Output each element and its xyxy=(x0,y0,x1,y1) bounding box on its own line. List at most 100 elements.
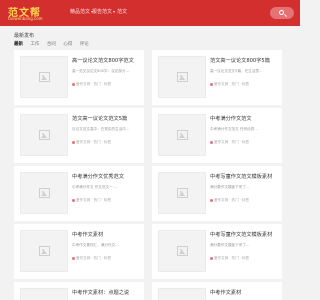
article-title[interactable]: 中考作文素材：点题之说 xyxy=(72,289,142,296)
article-title[interactable]: 中考作文素材 xyxy=(210,289,280,296)
nav-item-3-label: 范文 xyxy=(117,9,128,15)
logo-subtext: fanwenbang.com xyxy=(8,16,43,21)
image-placeholder-icon xyxy=(39,188,50,198)
article-card[interactable]: 高一议论文范文800字范文 高一范文议论文800字：议论部分… 爱作文网·热门·… xyxy=(14,50,144,105)
meta-label: 标签 xyxy=(103,198,112,202)
nav-item-3[interactable]: 范文 xyxy=(117,8,127,15)
meta-label: 标签 xyxy=(241,256,250,260)
article-card[interactable]: 中考写童作文范文模板素材 满分要作文模板下来了… 爱作文网·热门·标签 xyxy=(152,166,282,221)
meta-label: 标签 xyxy=(103,82,112,86)
article-thumbnail[interactable] xyxy=(158,172,206,214)
meta-tag: 热门 xyxy=(231,82,239,86)
image-placeholder-icon xyxy=(39,246,50,256)
image-placeholder-icon xyxy=(177,72,188,82)
article-title[interactable]: 范文高一议论文范文5篇 xyxy=(72,115,142,122)
article-thumbnail[interactable] xyxy=(158,288,206,300)
article-card[interactable]: 中考满分作文优秀范文 中考满分作文 作文范文一 … 爱作文网·热门·标签 xyxy=(14,166,144,221)
meta-tag: 热门 xyxy=(93,256,101,260)
article-excerpt: 中考满分作文范文 任何优秀… xyxy=(210,127,258,131)
meta-source: 爱作文网 xyxy=(214,198,229,202)
meta-label: 标签 xyxy=(241,198,250,202)
top-header: 范文帮 fanwenbang.com 精品范文▾ 报告范文▾ 范文 xyxy=(0,0,300,26)
meta-tag: 热门 xyxy=(93,198,101,202)
article-meta: 爱作文网·热门·标签 xyxy=(210,140,249,145)
nav-item-2-label: 报告范文 xyxy=(92,9,113,15)
article-meta: 爱作文网·热门·标签 xyxy=(72,140,111,145)
source-icon xyxy=(72,198,75,202)
nav-item-1-label: 精品范文 xyxy=(70,9,91,15)
article-title[interactable]: 中考作文素材 xyxy=(72,231,142,238)
article-excerpt: 高一范文议论文800字：议论部分… xyxy=(72,69,130,73)
article-excerpt: 中考作文素材汇，满分作文… xyxy=(72,243,119,247)
meta-label: 标签 xyxy=(241,140,250,144)
tab-experience[interactable]: 心得 xyxy=(63,42,72,47)
source-icon xyxy=(210,140,213,144)
article-excerpt: 高一议论文范文5篇，在生活里… xyxy=(210,69,263,73)
article-title[interactable]: 中考满分作文优秀范文 xyxy=(72,173,142,180)
search-button[interactable] xyxy=(270,7,294,19)
article-meta: 爱作文网·热门·标签 xyxy=(210,198,249,203)
source-icon xyxy=(72,256,75,260)
article-card[interactable]: 中考写童作文范文模板素材 满分要作文模板下来了… 爱作文网·热门·标签 xyxy=(152,224,282,279)
article-card[interactable]: 中考满分作文范文 中考满分作文范文 任何优秀… 爱作文网·热门·标签 xyxy=(152,108,282,163)
article-meta: 爱作文网·热门·标签 xyxy=(210,256,249,261)
tab-latest[interactable]: 最新 xyxy=(14,42,23,47)
article-thumbnail[interactable] xyxy=(20,172,68,214)
article-thumbnail[interactable] xyxy=(20,114,68,156)
meta-source: 爱作文网 xyxy=(214,256,229,260)
nav-item-2[interactable]: 报告范文▾ xyxy=(92,8,115,15)
article-title[interactable]: 中考写童作文范文模板素材 xyxy=(210,231,280,238)
source-icon xyxy=(210,82,213,86)
article-card[interactable]: 中考作文素材 中考作文素材汇，满分作文… 爱作文网·热门·标签 xyxy=(14,224,144,279)
meta-tag: 热门 xyxy=(231,256,239,260)
site-logo[interactable]: 范文帮 fanwenbang.com xyxy=(8,4,48,22)
source-icon xyxy=(72,82,75,86)
meta-tag: 热门 xyxy=(231,198,239,202)
image-placeholder-icon xyxy=(177,246,188,256)
article-thumbnail[interactable] xyxy=(20,230,68,272)
image-placeholder-icon xyxy=(177,188,188,198)
image-placeholder-icon xyxy=(177,130,188,140)
meta-source: 爱作文网 xyxy=(76,256,91,260)
article-thumbnail[interactable] xyxy=(20,56,68,98)
article-excerpt: 满分要作文模板下来了… xyxy=(210,185,250,189)
tab-review[interactable]: 评论 xyxy=(80,42,89,47)
image-placeholder-icon xyxy=(39,130,50,140)
meta-source: 爱作文网 xyxy=(214,82,229,86)
meta-source: 爱作文网 xyxy=(76,198,91,202)
chevron-down-icon: ▾ xyxy=(113,9,116,14)
article-title[interactable]: 范文高一议论文800字5篇 xyxy=(210,57,280,64)
article-thumbnail[interactable] xyxy=(158,230,206,272)
section-title: 最新发布 xyxy=(14,33,35,39)
tab-work[interactable]: 工作 xyxy=(30,42,39,47)
meta-source: 爱作文网 xyxy=(76,82,91,86)
article-thumbnail[interactable] xyxy=(158,56,206,98)
meta-source: 爱作文网 xyxy=(76,140,91,144)
article-thumbnail[interactable] xyxy=(158,114,206,156)
source-icon xyxy=(210,198,213,202)
category-tabs: 最新 工作 合同 心得 评论 xyxy=(14,41,95,47)
meta-source: 爱作文网 xyxy=(214,140,229,144)
article-meta: 爱作文网·热门·标签 xyxy=(72,198,111,203)
article-excerpt: 满分要作文模板下来了… xyxy=(210,243,250,247)
article-excerpt: 议论文范文高中：在现实的生活中… xyxy=(72,127,130,131)
article-thumbnail[interactable] xyxy=(20,288,68,300)
article-title[interactable]: 中考满分作文范文 xyxy=(210,115,280,122)
article-card[interactable]: 范文高一议论文800字5篇 高一议论文范文5篇，在生活里… 爱作文网·热门·标签 xyxy=(152,50,282,105)
article-meta: 爱作文网·热门·标签 xyxy=(210,82,249,87)
nav-item-1[interactable]: 精品范文▾ xyxy=(70,8,93,15)
tab-contract[interactable]: 合同 xyxy=(47,42,56,47)
article-excerpt: 中考满分作文 作文范文一 … xyxy=(72,185,118,189)
article-card[interactable]: 范文高一议论文范文5篇 议论文范文高中：在现实的生活中… 爱作文网·热门·标签 xyxy=(14,108,144,163)
article-title[interactable]: 中考写童作文范文模板素材 xyxy=(210,173,280,180)
meta-tag: 热门 xyxy=(93,82,101,86)
meta-tag: 热门 xyxy=(93,140,101,144)
article-card[interactable]: 中考作文素材 xyxy=(152,282,282,300)
article-title[interactable]: 高一议论文范文800字范文 xyxy=(72,57,142,64)
article-card[interactable]: 中考作文素材：点题之说 xyxy=(14,282,144,300)
meta-label: 标签 xyxy=(103,140,112,144)
meta-label: 标签 xyxy=(103,256,112,260)
article-meta: 爱作文网·热门·标签 xyxy=(72,256,111,261)
meta-tag: 热门 xyxy=(231,140,239,144)
image-placeholder-icon xyxy=(39,72,50,82)
